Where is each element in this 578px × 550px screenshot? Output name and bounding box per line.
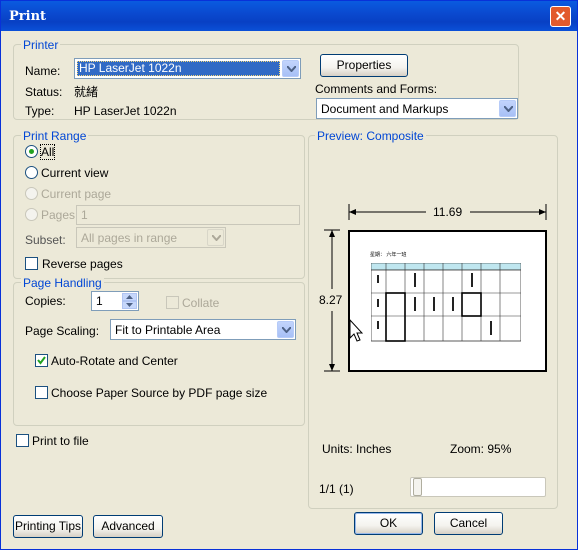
- subset-select[interactable]: All pages in range: [76, 227, 226, 248]
- units-label: Units: Inches: [322, 442, 392, 456]
- preview-group-label: Preview: Composite: [315, 129, 426, 143]
- radio-current-view[interactable]: [25, 166, 38, 179]
- advanced-button-label: Advanced: [101, 519, 155, 533]
- print-to-file-checkbox[interactable]: [16, 434, 29, 447]
- radio-current-view-label: Current view: [41, 166, 109, 180]
- radio-pages-label: Pages: [41, 208, 76, 222]
- cancel-button-label: Cancel: [449, 516, 488, 530]
- pages-input-value: 1: [81, 208, 88, 222]
- page-scaling-label: Page Scaling:: [25, 324, 100, 338]
- comments-label: Comments and Forms:: [315, 82, 438, 96]
- collate-label: Collate: [182, 296, 220, 310]
- printer-group-label: Printer: [21, 38, 61, 52]
- choose-paper-label: Choose Paper Source by PDF page size: [51, 386, 268, 400]
- collate-checkbox[interactable]: [166, 296, 179, 309]
- comments-select[interactable]: Document and Markups: [316, 98, 518, 119]
- choose-paper-checkbox[interactable]: [35, 386, 48, 399]
- width-dimension-label: 11.69: [433, 205, 463, 219]
- preview-table: [371, 263, 521, 342]
- title-bar[interactable]: Print ✕: [1, 1, 577, 31]
- copies-value: 1: [96, 294, 103, 308]
- printer-status-label: Status:: [25, 85, 63, 99]
- printer-name-value: HP LaserJet 1022n: [79, 61, 182, 75]
- subset-value: All pages in range: [81, 231, 178, 245]
- chevron-down-icon: [287, 66, 296, 72]
- printer-status-value: 就緒: [74, 85, 99, 99]
- dropdown-arrow[interactable]: [207, 229, 224, 246]
- pages-input[interactable]: 1: [76, 205, 300, 225]
- printer-name-select[interactable]: HP LaserJet 1022n: [74, 58, 301, 79]
- printer-name-label: Name:: [25, 64, 61, 78]
- reverse-pages-label: Reverse pages: [42, 257, 123, 271]
- chevron-down-icon: [504, 106, 513, 112]
- stepper-up-button[interactable]: [122, 293, 137, 301]
- chevron-down-icon: [212, 235, 221, 241]
- page-slider[interactable]: [410, 477, 546, 497]
- page-indicator: 1/1 (1): [319, 482, 354, 496]
- dropdown-arrow[interactable]: [499, 100, 516, 117]
- radio-current-page-label: Current page: [41, 187, 112, 201]
- cancel-button[interactable]: Cancel: [434, 512, 503, 535]
- ok-button-label: OK: [379, 516, 398, 530]
- page-scaling-value: Fit to Printable Area: [115, 323, 221, 337]
- radio-pages[interactable]: [25, 208, 38, 221]
- close-button[interactable]: ✕: [550, 6, 571, 27]
- advanced-button[interactable]: Advanced: [93, 515, 163, 538]
- window-title: Print: [9, 9, 47, 24]
- radio-current-page[interactable]: [25, 187, 38, 200]
- radio-selected-dot: [29, 149, 34, 154]
- dropdown-arrow[interactable]: [277, 321, 294, 338]
- print-range-group-label: Print Range: [21, 129, 89, 143]
- printing-tips-button-label: Printing Tips: [14, 519, 82, 533]
- chevron-down-icon: [282, 327, 291, 333]
- dropdown-arrow[interactable]: [282, 60, 299, 77]
- properties-button[interactable]: Properties: [320, 54, 408, 77]
- properties-button-label: Properties: [336, 58, 392, 72]
- ok-button[interactable]: OK: [354, 512, 423, 535]
- page-scaling-select[interactable]: Fit to Printable Area: [110, 319, 296, 340]
- print-dialog: Print ✕ Printer Name: HP LaserJet 1022n …: [0, 0, 578, 550]
- auto-rotate-label: Auto-Rotate and Center: [51, 354, 178, 368]
- preview-doc-header: 星期： 六年一班: [370, 252, 407, 258]
- reverse-pages-checkbox[interactable]: [25, 257, 38, 270]
- chevron-down-icon: [126, 303, 133, 307]
- chevron-up-icon: [126, 295, 133, 299]
- page-handling-group-label: Page Handling: [21, 276, 104, 290]
- height-dimension-label: 8.27: [319, 293, 343, 307]
- printing-tips-button[interactable]: Printing Tips: [13, 515, 83, 538]
- stepper-down-button[interactable]: [122, 301, 137, 309]
- print-to-file-label: Print to file: [32, 434, 89, 448]
- close-icon: ✕: [554, 8, 567, 24]
- radio-all[interactable]: [25, 145, 38, 158]
- page-slider-thumb[interactable]: [413, 478, 422, 496]
- printer-type-label: Type:: [25, 104, 55, 118]
- page-preview: 星期： 六年一班: [348, 230, 547, 372]
- zoom-label: Zoom: 95%: [450, 442, 512, 456]
- auto-rotate-checkbox[interactable]: [35, 354, 48, 367]
- copies-label: Copies:: [25, 294, 66, 308]
- checkmark-icon: [37, 356, 46, 365]
- comments-value: Document and Markups: [321, 102, 449, 116]
- printer-type-value: HP LaserJet 1022n: [74, 104, 177, 118]
- radio-all-label: All: [39, 144, 56, 160]
- mouse-cursor-icon: [349, 319, 363, 342]
- subset-label: Subset:: [25, 233, 66, 247]
- copies-stepper[interactable]: 1: [91, 291, 139, 311]
